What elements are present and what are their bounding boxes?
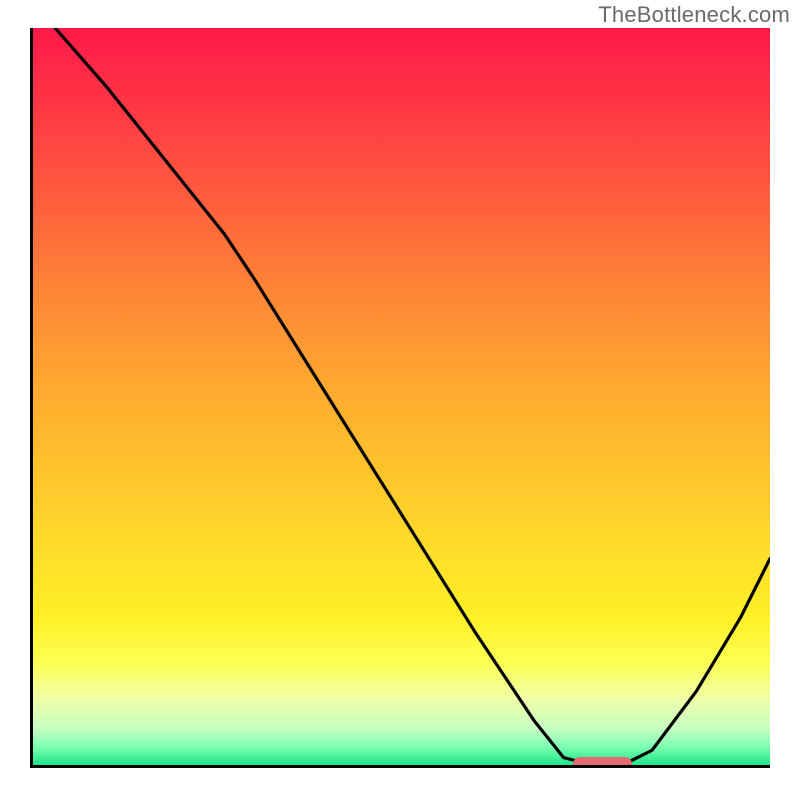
plot-area [30, 28, 770, 768]
optimal-marker [573, 757, 632, 768]
watermark-text: TheBottleneck.com [598, 2, 790, 28]
curve-svg [33, 28, 770, 765]
bottleneck-curve-path [55, 28, 770, 765]
chart-container: TheBottleneck.com [0, 0, 800, 800]
